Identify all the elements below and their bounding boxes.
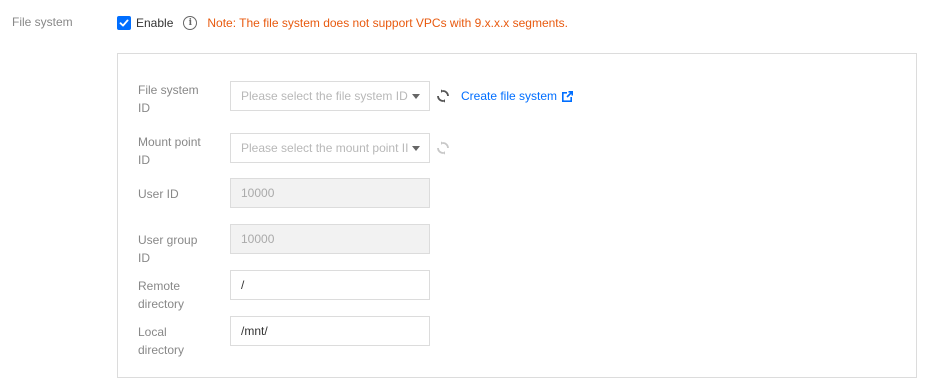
file-system-panel: File system ID Please select the file sy… <box>117 53 917 378</box>
label-line: Local <box>138 325 167 339</box>
remote-directory-label: Remote directory <box>138 277 218 313</box>
file-system-id-label: File system ID <box>138 81 218 117</box>
external-link-icon <box>562 90 574 102</box>
label-line: User group <box>138 233 198 247</box>
file-system-id-select[interactable]: Please select the file system ID <box>230 81 430 111</box>
label-line: ID <box>138 101 150 115</box>
mount-point-id-placeholder: Please select the mount point II <box>241 141 409 155</box>
create-file-system-label[interactable]: Create file system <box>461 89 557 103</box>
local-directory-label: Local directory <box>138 323 218 359</box>
label-line: Mount point <box>138 135 201 149</box>
mount-point-id-label: Mount point ID <box>138 133 218 169</box>
mount-point-id-select[interactable]: Please select the mount point II <box>230 133 430 163</box>
chevron-down-icon <box>412 94 420 99</box>
info-icon[interactable]: i <box>183 16 198 30</box>
user-id-input: 10000 <box>230 178 430 208</box>
user-group-id-label: User group ID <box>138 231 218 267</box>
local-directory-input[interactable]: /mnt/ <box>230 316 430 346</box>
refresh-icon[interactable] <box>436 89 450 103</box>
label-line: directory <box>138 297 185 311</box>
label-line: ID <box>138 153 150 167</box>
enable-row: Enable i Note: The file system does not … <box>117 14 568 32</box>
vpc-note: Note: The file system does not support V… <box>207 16 568 30</box>
file-system-id-placeholder: Please select the file system ID <box>241 89 408 103</box>
label-line: directory <box>138 343 185 357</box>
refresh-icon <box>436 141 450 155</box>
user-group-id-input: 10000 <box>230 224 430 254</box>
remote-directory-input[interactable]: / <box>230 270 430 300</box>
create-file-system-link[interactable]: Create file system <box>461 89 574 103</box>
user-id-label: User ID <box>138 187 179 201</box>
checkmark-icon <box>119 19 129 27</box>
label-line: File system <box>138 83 199 97</box>
enable-label[interactable]: Enable <box>136 16 173 30</box>
label-line: Remote <box>138 279 181 293</box>
enable-checkbox[interactable] <box>117 16 131 30</box>
label-line: ID <box>138 251 150 265</box>
chevron-down-icon <box>412 146 420 151</box>
file-system-section-label: File system <box>12 15 73 29</box>
